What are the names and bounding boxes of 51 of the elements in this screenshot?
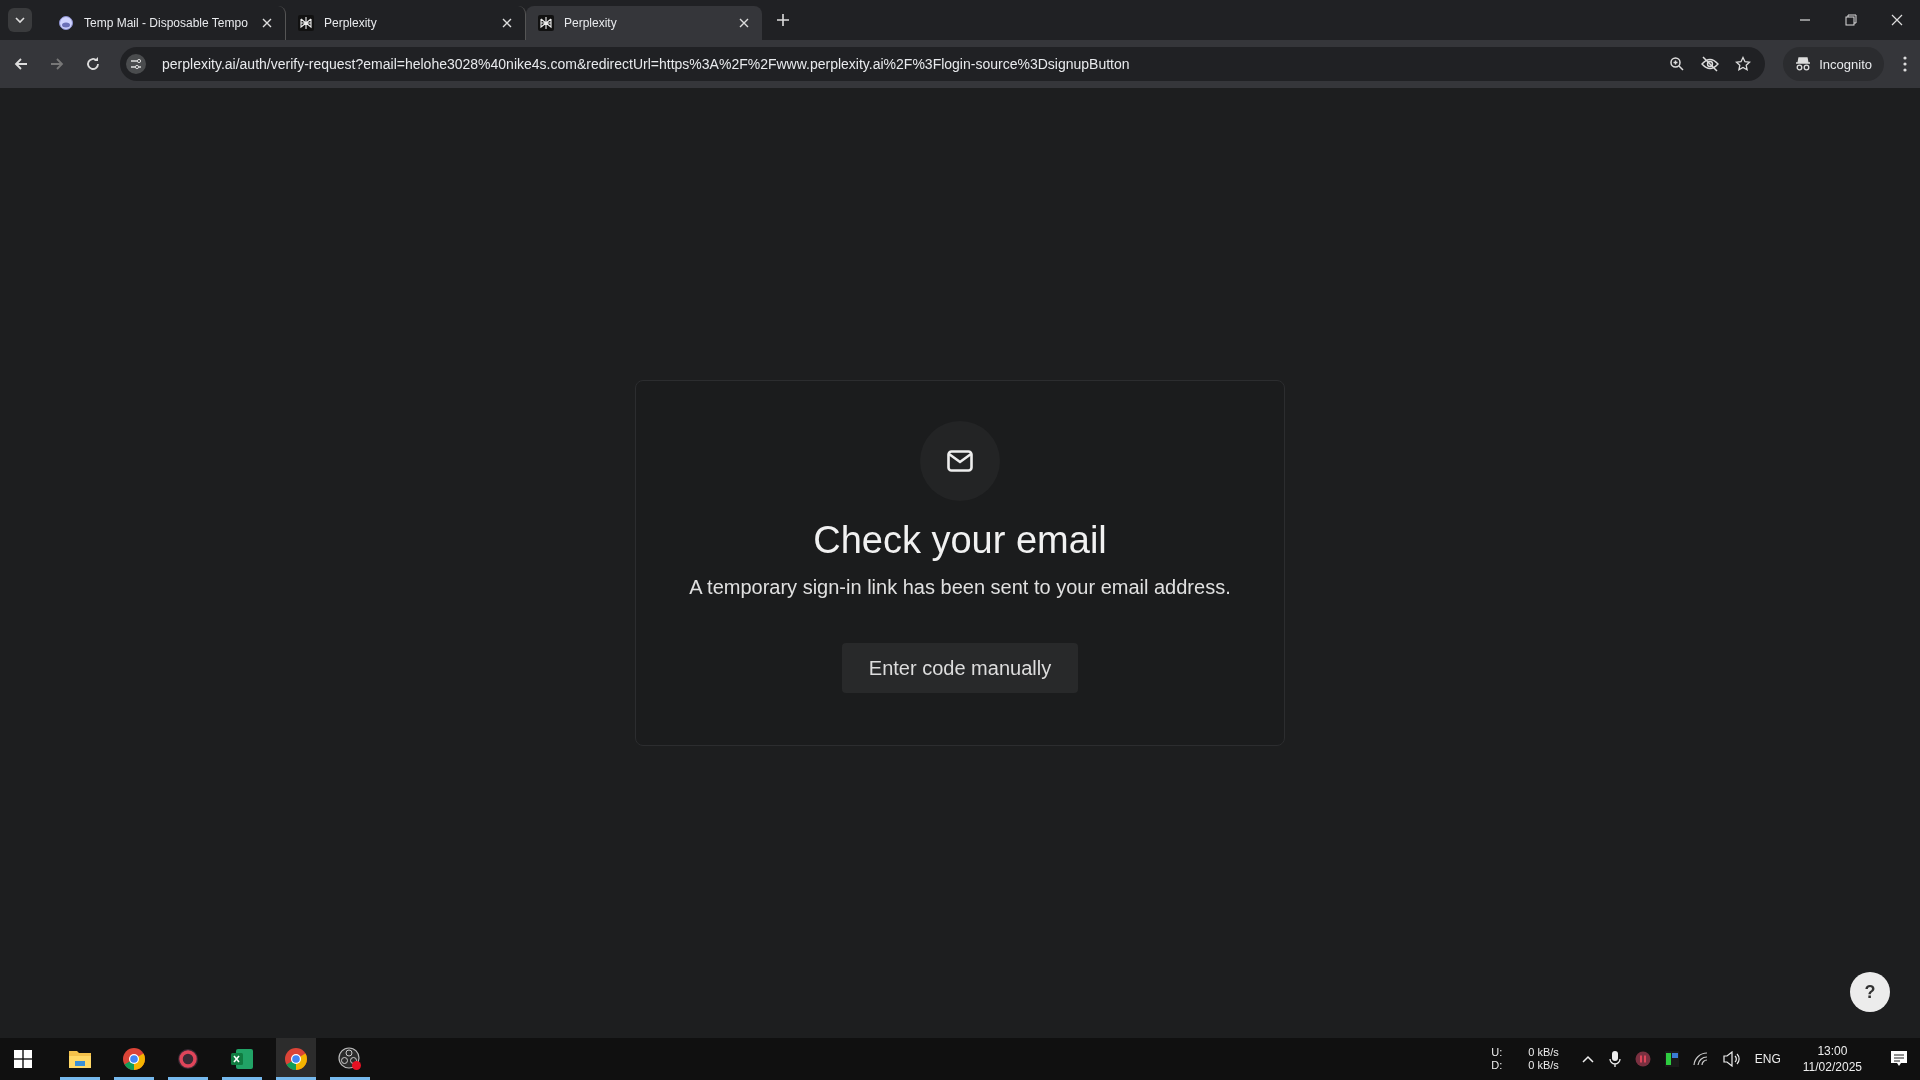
language-indicator[interactable]: ENG xyxy=(1754,1052,1781,1066)
url-text: perplexity.ai/auth/verify-request?email=helohe3028%40nike4s.com&redirectUrl=https%3A%2F%2Fwww.perplexity.ai%2F%3Flogin-source%3DsignupButton xyxy=(162,56,1130,72)
network-speed: 0 kB/s xyxy=(1528,1046,1559,1059)
new-tab-icon[interactable] xyxy=(776,13,790,27)
speaker-icon[interactable] xyxy=(1722,1051,1741,1067)
reload-icon[interactable] xyxy=(84,55,102,73)
network-speed: 0 kB/s xyxy=(1528,1059,1559,1072)
network-label: U: xyxy=(1491,1046,1503,1059)
chevron-down-icon xyxy=(14,14,26,26)
chrome-icon xyxy=(284,1047,308,1071)
clock[interactable]: 13:00 11/02/2025 xyxy=(1802,1043,1862,1075)
pause-icon[interactable] xyxy=(1634,1051,1651,1067)
notification-icon[interactable] xyxy=(1890,1050,1908,1068)
help-button[interactable]: ? xyxy=(1850,972,1890,1012)
clock-time: 13:00 xyxy=(1817,1043,1848,1059)
tab-title: Perplexity xyxy=(564,16,618,30)
incognito-button[interactable]: Incognito xyxy=(1783,47,1884,81)
zoom-icon[interactable] xyxy=(1669,56,1686,72)
enter-code-button[interactable]: Enter code manually xyxy=(842,643,1078,693)
ring-icon xyxy=(176,1047,200,1071)
taskbar-app[interactable] xyxy=(276,1038,316,1080)
tab-search-button[interactable] xyxy=(8,8,32,32)
address-bar[interactable]: perplexity.ai/auth/verify-request?email=helohe3028%40nike4s.com&redirectUrl=https%3A%2F%2Fwww.perplexity.ai%2F%3Flogin-source%3DsignupButton xyxy=(120,47,1766,81)
tab-title: Perplexity xyxy=(324,16,378,30)
star-icon[interactable] xyxy=(1735,56,1752,72)
perplexity-logo-icon xyxy=(538,15,554,31)
spreadsheet-icon xyxy=(230,1047,254,1071)
tab-title: Temp Mail - Disposable Tempo xyxy=(84,16,249,30)
site-settings-icon[interactable] xyxy=(126,54,146,74)
close-icon[interactable] xyxy=(738,17,750,29)
perplexity-logo-icon xyxy=(298,15,314,31)
close-icon[interactable] xyxy=(1890,13,1904,27)
browser-tab[interactable]: Perplexity xyxy=(526,6,762,40)
microphone-icon[interactable] xyxy=(1608,1050,1621,1068)
folder-icon xyxy=(68,1048,92,1070)
globe-icon xyxy=(58,15,74,31)
recorder-icon xyxy=(338,1047,362,1071)
restore-icon[interactable] xyxy=(1844,13,1858,27)
card-title: Check your email xyxy=(813,519,1107,562)
windows-start-icon[interactable] xyxy=(14,1050,32,1068)
eye-slash-icon[interactable] xyxy=(1701,56,1720,72)
wifi-icon[interactable] xyxy=(1692,1052,1709,1066)
incognito-icon xyxy=(1795,57,1812,71)
menu-icon[interactable] xyxy=(1902,55,1908,73)
chrome-icon xyxy=(122,1047,146,1071)
card-message: A temporary sign-in link has been sent to your email address. xyxy=(689,576,1231,599)
app-tray-icon[interactable] xyxy=(1664,1051,1679,1067)
close-icon[interactable] xyxy=(501,17,513,29)
clock-date: 11/02/2025 xyxy=(1802,1059,1862,1075)
network-label: D: xyxy=(1491,1059,1503,1072)
close-icon[interactable] xyxy=(261,17,273,29)
